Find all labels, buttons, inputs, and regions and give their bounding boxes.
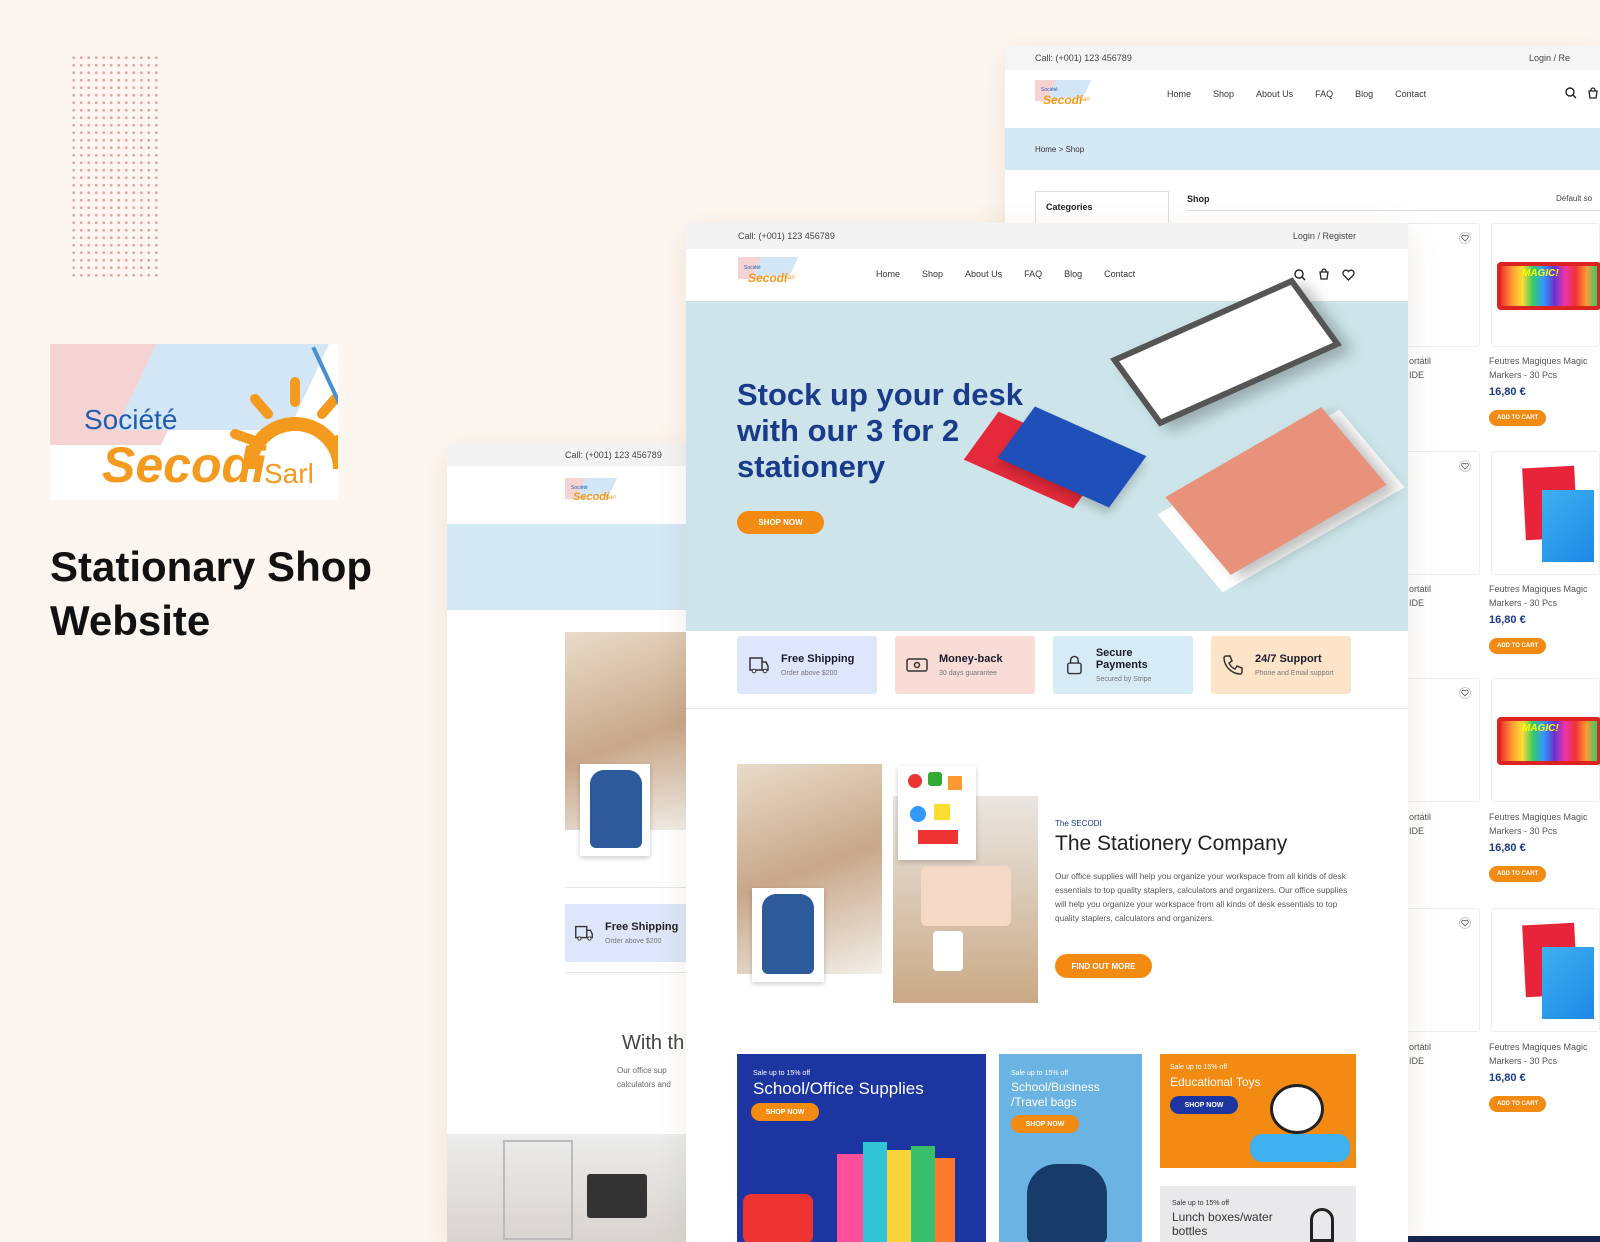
search-icon[interactable] [1565,87,1577,99]
shop-nav: Home Shop About Us FAQ Blog Contact [1167,89,1426,99]
section-heading-partial: With th [622,1032,685,1054]
product-info-partial: ortátil IDE [1409,812,1432,836]
find-out-more-button[interactable]: FIND OUT MORE [1055,954,1152,978]
nav-home[interactable]: Home [1167,89,1191,99]
logo-text-societe: Société [84,404,178,435]
product-card-image[interactable]: MAGIC! [1491,223,1600,347]
presentation-title: Stationary Shop Website [50,543,373,644]
nav-about[interactable]: About Us [1256,89,1293,99]
topbar-call: Call: (+001) 123 456789 [1035,53,1132,63]
cart-icon[interactable] [1587,87,1599,99]
add-to-cart-button[interactable]: ADD TO CART [1489,866,1547,882]
header-logo[interactable]: Société Secodi Sarl [565,478,619,510]
nav-shop[interactable]: Shop [1213,89,1234,99]
lock-icon [1067,655,1082,675]
wishlist-icon[interactable] [1459,460,1471,472]
truck-icon [749,657,769,674]
category-shop-now-button[interactable]: SHOP NOW [1170,1096,1238,1114]
product-card-image[interactable] [1491,908,1600,1032]
topbar-login[interactable]: Login / Re [1529,53,1570,63]
feature-free-shipping: Free Shipping Order above $200 [565,904,687,962]
phone-icon [1223,655,1243,675]
search-icon[interactable] [1294,269,1306,281]
product-info-partial: ortátil IDE [1409,1042,1432,1066]
product-info: Feutres Magiques Magic Markers - 30 Pcs … [1489,354,1588,426]
category-shop-now-button[interactable]: SHOP NOW [751,1103,819,1121]
login-link[interactable]: Login [1293,231,1315,241]
sort-select[interactable]: Default so [1556,194,1592,203]
logo-text-sarl: Sarl [264,458,314,489]
hero-banner: Stock up your desk with our 3 for 2 stat… [686,277,1408,631]
dot-pattern [70,54,158,278]
product-info-partial: ortátil IDE [1409,356,1432,380]
main-nav: Home Shop About Us FAQ Blog Contact [876,269,1135,279]
add-to-cart-button[interactable]: ADD TO CART [1489,638,1547,654]
truck-icon [575,925,593,941]
about-body: Our office supplies will help you organi… [1055,871,1348,923]
nav-contact[interactable]: Contact [1395,89,1426,99]
category-bags[interactable]: Sale up to 15% off School/Business/Trave… [999,1054,1142,1242]
feature-secure-payments: Secure Payments Secured by Stripe [1053,636,1193,694]
about-eyebrow: The SECODI [1055,819,1102,828]
add-to-cart-button[interactable]: ADD TO CART [1489,410,1547,426]
nav-contact[interactable]: Contact [1104,269,1135,279]
nav-blog[interactable]: Blog [1355,89,1373,99]
category-bags-title: School/Business/Travel bags [1011,1080,1100,1109]
feature-support: 24/7 Support Phone and Email support [1211,636,1351,694]
breadcrumb: Home > Shop [1005,128,1600,170]
feature-free-shipping: Free Shipping Order above $200 [737,636,877,694]
add-to-cart-button[interactable]: ADD TO CART [1489,1096,1547,1112]
feature-money-back: Money-back 30 days guarantee [895,636,1035,694]
wishlist-icon[interactable] [1459,687,1471,699]
nav-blog[interactable]: Blog [1064,269,1082,279]
topbar-call: Call: (+001) 123 456789 [565,450,662,460]
product-card-image[interactable]: MAGIC! [1491,678,1600,802]
category-shop-now-button[interactable]: SHOP NOW [1011,1115,1079,1133]
cart-icon[interactable] [1318,268,1330,280]
product-info: Feutres Magiques Magic Markers - 30 Pcs … [1489,582,1588,654]
nav-shop[interactable]: Shop [922,269,943,279]
shop-heading: Shop [1187,194,1210,204]
topbar-call: Call: (+001) 123 456789 [738,231,835,241]
header-logo[interactable]: Société Secodi Sarl [738,257,800,291]
about-photo-toy[interactable] [898,766,976,860]
nav-about[interactable]: About Us [965,269,1002,279]
about-title: The Stationery Company [1055,832,1288,855]
wishlist-icon[interactable] [1459,917,1471,929]
category-lunch-boxes[interactable]: Sale up to 15% off Lunch boxes/water bott… [1160,1186,1356,1242]
wishlist-icon[interactable] [1342,269,1355,281]
register-link[interactable]: Register [1322,231,1356,241]
hero-heading: Stock up your desk with our 3 for 2 stat… [737,377,1023,484]
product-info-partial: ortátil IDE [1409,584,1432,608]
office-photo[interactable] [447,1134,687,1242]
product-info: Feutres Magiques Magic Markers - 30 Pcs … [1489,1040,1588,1112]
nav-faq[interactable]: FAQ [1024,269,1042,279]
money-icon [906,658,928,672]
wishlist-icon[interactable] [1459,232,1471,244]
header-logo[interactable]: Société Secodi Sarl [1035,80,1093,112]
category-school-office[interactable]: Sale up to 15% off School/Office Supplie… [737,1054,986,1242]
homepage-mockup: Call: (+001) 123 456789 Login / Register… [686,223,1408,1242]
category-toys[interactable]: Sale up to 15% off Educational Toys SHOP… [1160,1054,1356,1168]
nav-faq[interactable]: FAQ [1315,89,1333,99]
about-photo-backpack[interactable] [752,888,824,982]
backpack-photo[interactable] [580,764,650,856]
hero-shop-now-button[interactable]: SHOP NOW [737,511,824,534]
marker-brand: MAGIC! [1522,268,1559,279]
product-card-image[interactable] [1491,451,1600,575]
product-info: Feutres Magiques Magic Markers - 30 Pcs … [1489,810,1588,882]
nav-home[interactable]: Home [876,269,900,279]
topbar-auth: Login / Register [1292,231,1356,241]
category-lunch-title: Lunch boxes/water bottles [1172,1210,1273,1238]
tablet-page-mockup: Call: (+001) 123 456789 Société Secodi S… [447,444,687,1242]
brand-logo-large: Société Secodi Sarl [50,344,338,500]
logo-text-secodi: Secodi [102,437,266,493]
section-text-partial: Our office sup calculators and [617,1066,671,1089]
